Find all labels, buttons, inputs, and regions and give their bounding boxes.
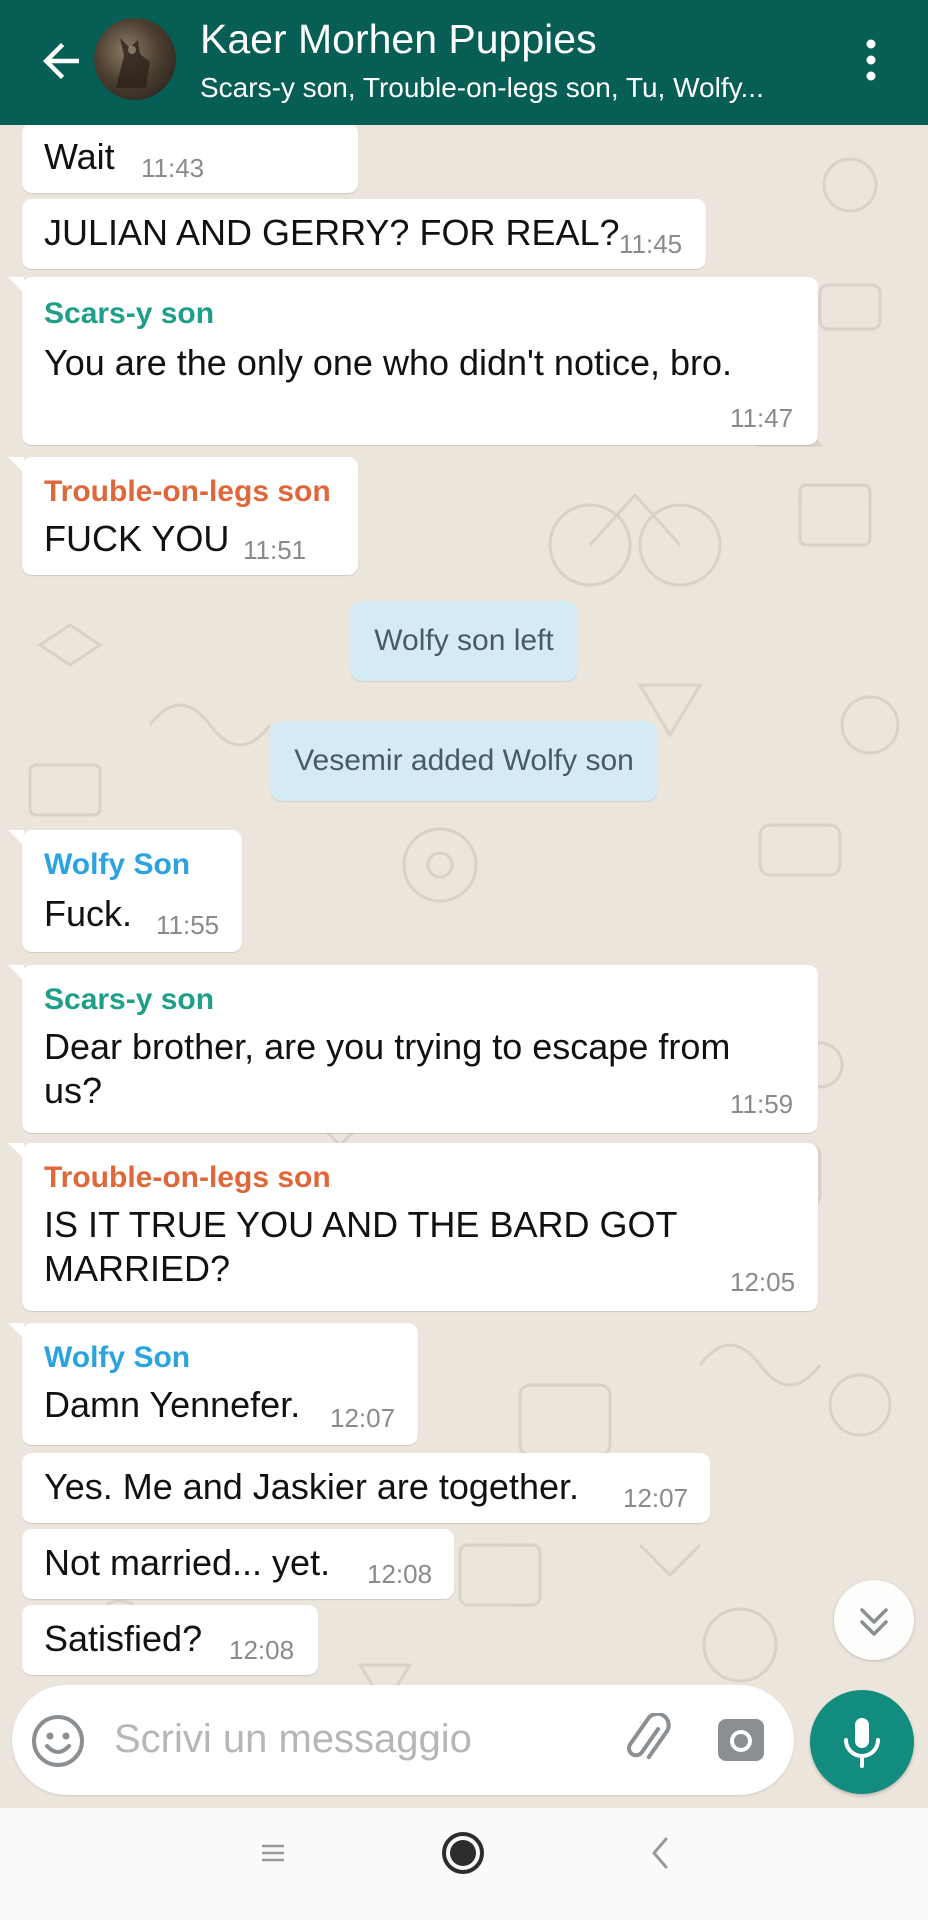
message-bubble[interactable]: Trouble-on-legs son FUCK YOU 11:51 [8, 457, 358, 575]
message-text: Damn Yennefer. [44, 1384, 301, 1425]
sender-name: Scars-y son [44, 983, 215, 1016]
chat-members[interactable]: Scars-y son, Trouble-on-legs son, Tu, Wo… [200, 72, 820, 104]
message-time: 12:07 [623, 1483, 689, 1513]
message-bubble[interactable]: Scars-y son Dear brother, are you trying… [8, 965, 818, 1133]
chat-title[interactable]: Kaer Morhen Puppies [200, 16, 597, 63]
double-chevron-down-icon [860, 1608, 888, 1636]
home-icon[interactable] [440, 1830, 486, 1876]
system-navigation-bar [0, 1808, 928, 1920]
paperclip-icon[interactable] [620, 1713, 676, 1769]
message-text: FUCK YOU [44, 518, 230, 559]
camera-icon[interactable] [716, 1715, 766, 1765]
message-bubble[interactable]: Wait 11:43 [22, 125, 358, 193]
message-list[interactable]: Wait 11:43 JULIAN AND GERRY? FOR REAL? 1… [0, 125, 928, 1808]
message-text: MARRIED? [44, 1248, 231, 1289]
message-text: You are the only one who didn't notice, … [44, 342, 733, 383]
message-time: 12:08 [367, 1559, 433, 1589]
message-time: 11:55 [156, 910, 220, 940]
group-avatar[interactable] [94, 18, 176, 100]
message-composer: Scrivi un messaggio [12, 1685, 794, 1795]
message-text: Yes. Me and Jaskier are together. [44, 1466, 579, 1507]
message-time: 11:59 [730, 1089, 794, 1119]
arrow-left-icon[interactable] [34, 34, 88, 88]
message-time: 12:05 [730, 1267, 796, 1297]
microphone-icon [844, 1718, 880, 1768]
message-time: 11:51 [243, 535, 307, 565]
message-time: 12:08 [229, 1635, 295, 1665]
message-text: us? [44, 1070, 103, 1111]
message-text: Fuck. [44, 893, 133, 934]
scroll-down-button[interactable] [834, 1580, 914, 1660]
emoji-icon[interactable] [30, 1713, 86, 1769]
message-text: Not married... yet. [44, 1542, 331, 1583]
system-message: Vesemir added Wolfy son [270, 721, 658, 801]
message-text: JULIAN AND GERRY? FOR REAL? [44, 212, 620, 253]
message-bubble[interactable]: Wolfy Son Damn Yennefer. 12:07 [8, 1323, 418, 1445]
message-bubble[interactable]: Yes. Me and Jaskier are together. 12:07 [22, 1453, 710, 1523]
message-time: 11:45 [619, 229, 683, 259]
sender-name: Wolfy Son [44, 848, 191, 881]
message-input[interactable]: Scrivi un messaggio [114, 1717, 472, 1762]
message-text: Wait [44, 136, 115, 177]
recents-icon[interactable] [258, 1838, 288, 1868]
sender-name: Trouble-on-legs son [44, 475, 331, 508]
message-bubble[interactable]: Satisfied? 12:08 [22, 1605, 318, 1675]
message-text: Satisfied? [44, 1618, 203, 1659]
message-time: 12:07 [330, 1403, 396, 1433]
message-bubble[interactable]: JULIAN AND GERRY? FOR REAL? 11:45 [22, 199, 706, 269]
message-bubble[interactable]: Wolfy Son Fuck. 11:55 [8, 830, 242, 952]
sender-name: Scars-y son [44, 297, 215, 330]
sender-name: Trouble-on-legs son [44, 1161, 331, 1194]
nav-back-icon[interactable] [650, 1836, 670, 1870]
message-text: IS IT TRUE YOU AND THE BARD GOT [44, 1204, 678, 1245]
message-bubble[interactable]: Trouble-on-legs son IS IT TRUE YOU AND T… [8, 1143, 818, 1311]
more-vert-icon[interactable] [858, 36, 884, 84]
message-time: 11:47 [730, 403, 794, 433]
sender-name: Wolfy Son [44, 1341, 191, 1374]
message-bubble[interactable]: Not married... yet. 12:08 [22, 1529, 454, 1599]
message-time: 11:43 [141, 153, 205, 183]
message-text: Dear brother, are you trying to escape f… [44, 1026, 731, 1067]
mic-button[interactable] [810, 1690, 914, 1794]
chat-header: Kaer Morhen Puppies Scars-y son, Trouble… [0, 0, 928, 125]
system-message: Wolfy son left [350, 601, 578, 681]
message-bubble[interactable]: Scars-y son You are the only one who did… [8, 277, 818, 445]
